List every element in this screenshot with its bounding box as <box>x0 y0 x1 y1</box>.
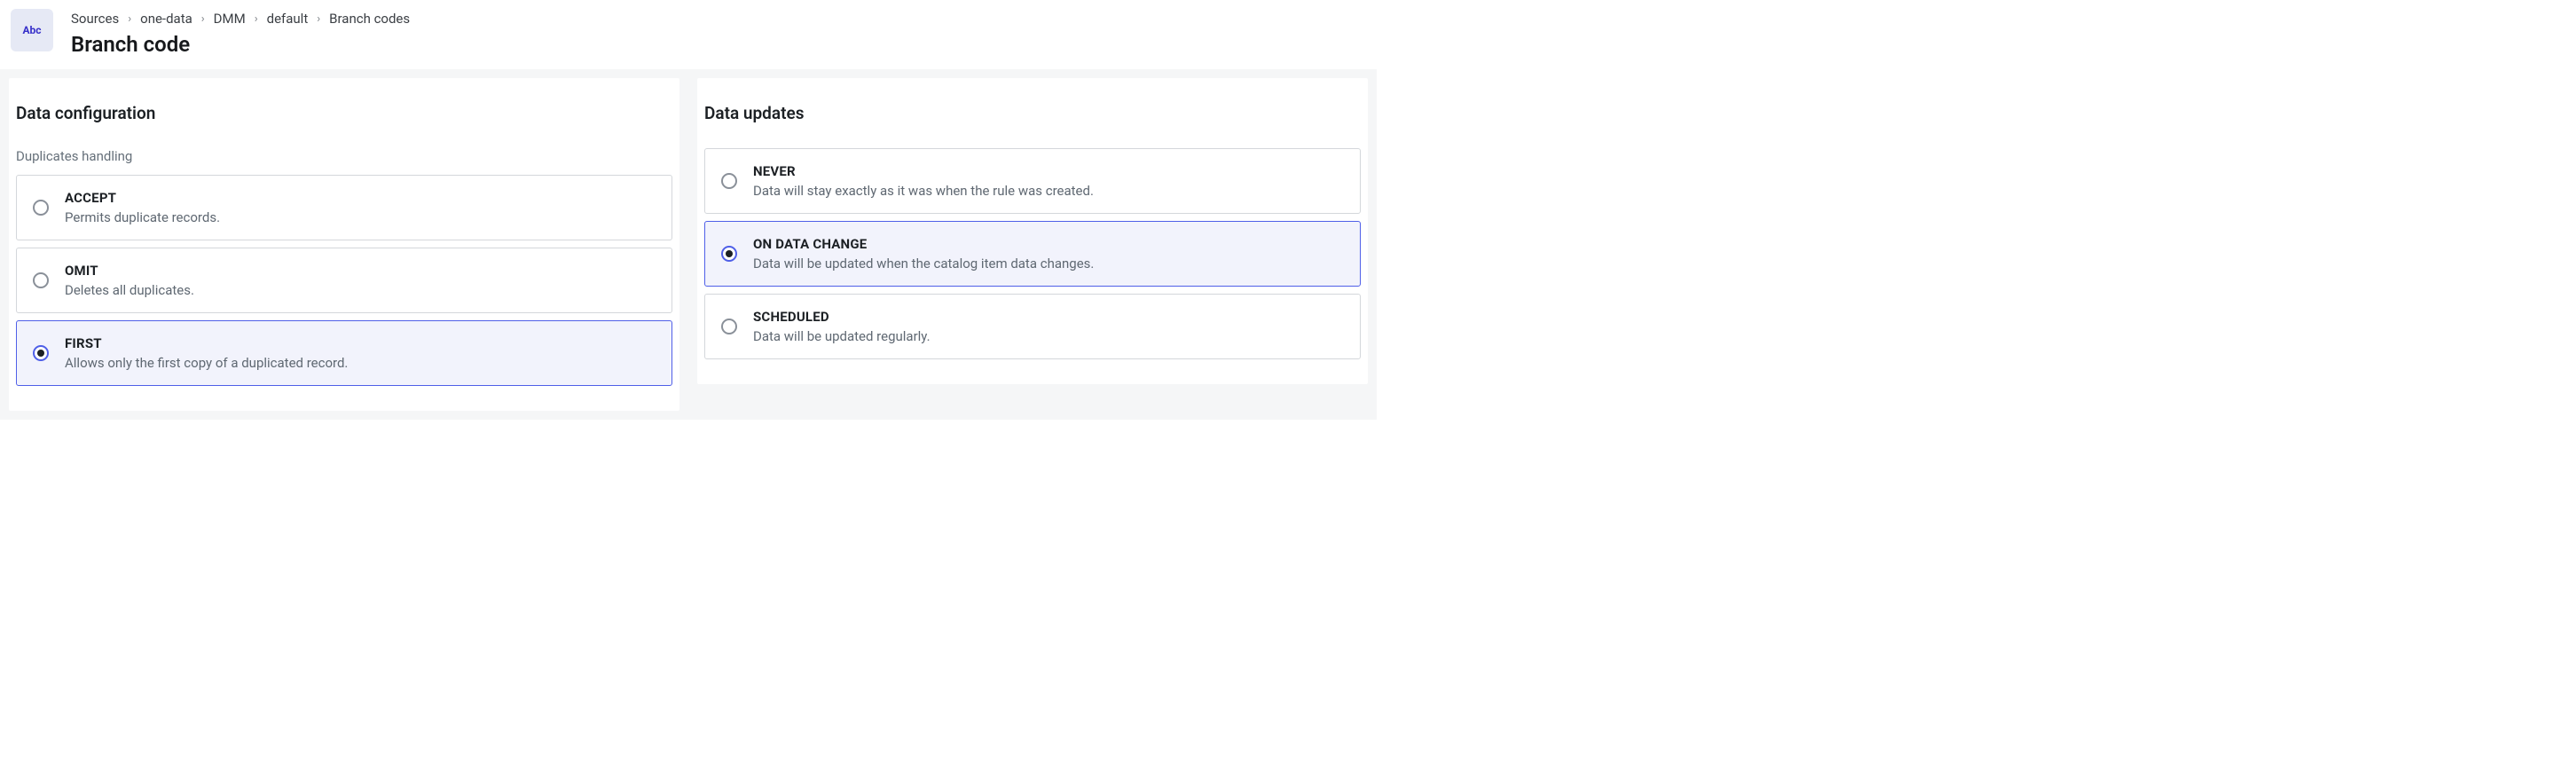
breadcrumb-one-data[interactable]: one-data <box>140 11 192 27</box>
option-text: OMIT Deletes all duplicates. <box>65 263 194 298</box>
body-area: Data configuration Duplicates handling A… <box>0 69 1377 420</box>
radio-option-accept[interactable]: ACCEPT Permits duplicate records. <box>16 175 672 240</box>
option-desc: Data will stay exactly as it was when th… <box>753 183 1094 199</box>
page-header: Abc Sources › one-data › DMM › default ›… <box>0 0 1377 69</box>
option-title: ACCEPT <box>65 190 220 206</box>
option-text: NEVER Data will stay exactly as it was w… <box>753 163 1094 199</box>
option-desc: Data will be updated regularly. <box>753 328 931 344</box>
data-configuration-panel: Data configuration Duplicates handling A… <box>9 78 679 411</box>
page-title: Branch code <box>71 32 410 57</box>
breadcrumb: Sources › one-data › DMM › default › Bra… <box>71 11 410 27</box>
radio-option-first[interactable]: FIRST Allows only the first copy of a du… <box>16 320 672 386</box>
radio-option-on-data-change[interactable]: ON DATA CHANGE Data will be updated when… <box>704 221 1361 287</box>
radio-option-never[interactable]: NEVER Data will stay exactly as it was w… <box>704 148 1361 214</box>
breadcrumb-branch-codes[interactable]: Branch codes <box>329 11 410 27</box>
option-desc: Deletes all duplicates. <box>65 282 194 298</box>
duplicates-option-group: ACCEPT Permits duplicate records. OMIT D… <box>16 175 672 386</box>
radio-icon <box>33 272 49 288</box>
radio-option-omit[interactable]: OMIT Deletes all duplicates. <box>16 248 672 313</box>
radio-icon <box>33 200 49 216</box>
panel-title-data-updates: Data updates <box>704 103 1361 123</box>
chevron-right-icon: › <box>317 12 320 26</box>
option-text: FIRST Allows only the first copy of a du… <box>65 335 348 371</box>
option-title: ON DATA CHANGE <box>753 236 1094 252</box>
option-title: NEVER <box>753 163 1094 179</box>
chevron-right-icon: › <box>128 12 131 26</box>
option-title: OMIT <box>65 263 194 279</box>
chevron-right-icon: › <box>201 12 205 26</box>
updates-option-group: NEVER Data will stay exactly as it was w… <box>704 148 1361 359</box>
radio-option-scheduled[interactable]: SCHEDULED Data will be updated regularly… <box>704 294 1361 359</box>
type-icon: Abc <box>11 9 53 51</box>
option-desc: Allows only the first copy of a duplicat… <box>65 355 348 371</box>
breadcrumb-default[interactable]: default <box>267 11 309 27</box>
option-text: ACCEPT Permits duplicate records. <box>65 190 220 225</box>
radio-icon <box>721 246 737 262</box>
radio-icon <box>33 345 49 361</box>
option-text: SCHEDULED Data will be updated regularly… <box>753 309 931 344</box>
breadcrumb-sources[interactable]: Sources <box>71 11 119 27</box>
radio-icon <box>721 173 737 189</box>
panel-title-data-configuration: Data configuration <box>16 103 672 123</box>
option-title: SCHEDULED <box>753 309 931 325</box>
sub-label-duplicates-handling: Duplicates handling <box>16 148 672 164</box>
header-text: Sources › one-data › DMM › default › Bra… <box>71 9 410 57</box>
option-text: ON DATA CHANGE Data will be updated when… <box>753 236 1094 271</box>
radio-icon <box>721 319 737 334</box>
option-desc: Permits duplicate records. <box>65 209 220 225</box>
option-desc: Data will be updated when the catalog it… <box>753 256 1094 271</box>
breadcrumb-dmm[interactable]: DMM <box>214 11 246 27</box>
option-title: FIRST <box>65 335 348 351</box>
data-updates-panel: Data updates NEVER Data will stay exactl… <box>697 78 1368 384</box>
chevron-right-icon: › <box>255 12 258 26</box>
